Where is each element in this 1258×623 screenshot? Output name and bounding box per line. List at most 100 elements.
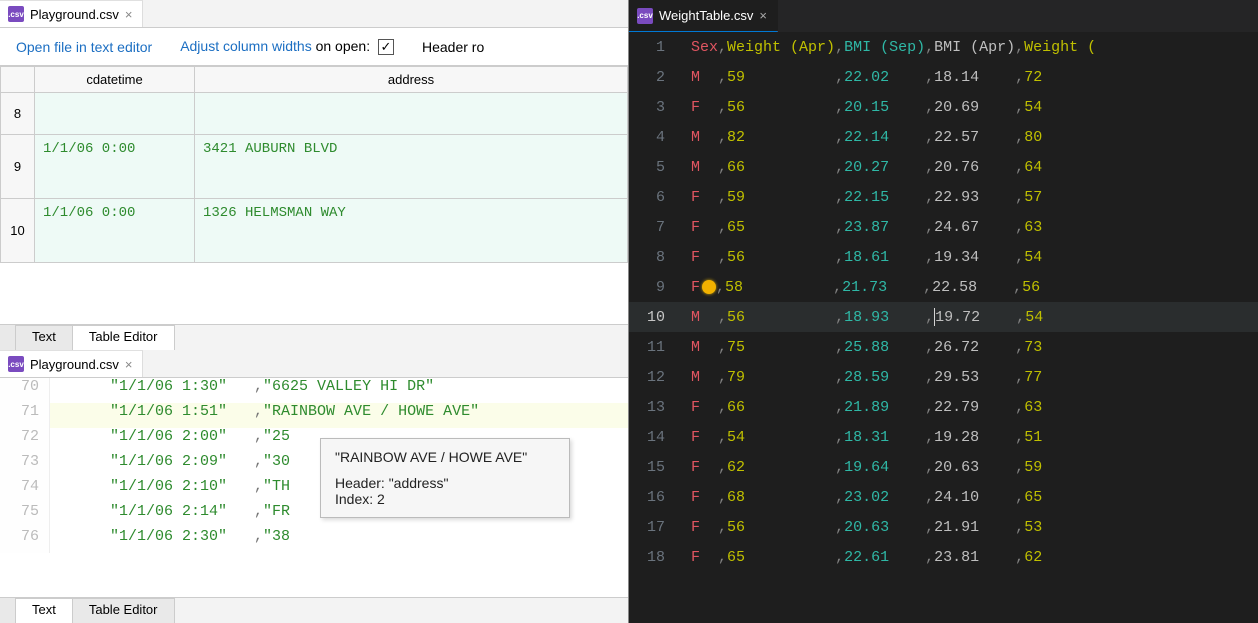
text-editor[interactable]: 70"1/1/06 1:30" ,"6625 VALLEY HI DR"71"1… [0, 378, 628, 597]
subtabs-lower: Text Table Editor [0, 597, 628, 623]
line-number: 15 [629, 459, 683, 476]
grid-cell[interactable]: 1326 HELMSMAN WAY [195, 199, 628, 263]
column-header-address[interactable]: address [195, 67, 628, 93]
tabbar-lower: .csv Playground.csv × [0, 350, 628, 378]
grid-cell[interactable] [35, 93, 195, 135]
right-pane: .csv WeightTable.csv × 1Sex,Weight (Apr)… [629, 0, 1258, 623]
code-line[interactable]: 17F ,56 ,20.63 ,21.91 ,53 [629, 512, 1258, 542]
subtab-table-editor[interactable]: Table Editor [73, 598, 175, 623]
line-number: 16 [629, 489, 683, 506]
code-content: F ,62 ,19.64 ,20.63 ,59 [683, 459, 1042, 476]
line-number: 75 [0, 503, 50, 528]
subtab-table-editor[interactable]: Table Editor [73, 325, 175, 350]
close-icon[interactable]: × [125, 357, 133, 372]
open-in-text-editor-link[interactable]: Open file in text editor [16, 39, 152, 55]
code-content: "1/1/06 2:09" ,"30 [50, 453, 290, 478]
line-number: 71 [0, 403, 50, 428]
code-content: F ,56 ,20.15 ,20.69 ,54 [683, 99, 1042, 116]
code-line[interactable]: 13F ,66 ,21.89 ,22.79 ,63 [629, 392, 1258, 422]
code-content: F,58 ,21.73 ,22.58 ,56 [683, 279, 1040, 296]
code-line[interactable]: 16F ,68 ,23.02 ,24.10 ,65 [629, 482, 1258, 512]
code-content: F ,56 ,18.61 ,19.34 ,54 [683, 249, 1042, 266]
csv-file-icon: .csv [637, 8, 653, 24]
adjust-column-widths-link[interactable]: Adjust column widths [180, 38, 312, 54]
code-line[interactable]: 11M ,75 ,25.88 ,26.72 ,73 [629, 332, 1258, 362]
code-content: "1/1/06 2:00" ,"25 [50, 428, 290, 453]
hover-tooltip: "RAINBOW AVE / HOWE AVE" Header: "addres… [320, 438, 570, 518]
code-line[interactable]: 4M ,82 ,22.14 ,22.57 ,80 [629, 122, 1258, 152]
line-number: 14 [629, 429, 683, 446]
code-content: "1/1/06 2:14" ,"FR [50, 503, 290, 528]
lightbulb-icon[interactable] [702, 280, 716, 294]
code-line[interactable]: 10M ,56 ,18.93 ,19.72 ,54 [629, 302, 1258, 332]
tabbar-right: .csv WeightTable.csv × [629, 0, 1258, 32]
tooltip-header: Header: "address" [335, 475, 555, 491]
line-number: 72 [0, 428, 50, 453]
subtab-spacer [0, 325, 16, 350]
code-content: F ,56 ,20.63 ,21.91 ,53 [683, 519, 1042, 536]
tab-label: Playground.csv [30, 357, 119, 372]
tab-label: Playground.csv [30, 7, 119, 22]
code-line[interactable]: 2M ,59 ,22.02 ,18.14 ,72 [629, 62, 1258, 92]
grid-cell[interactable]: 1/1/06 0:00 [35, 135, 195, 199]
code-content: "1/1/06 1:51" ,"RAINBOW AVE / HOWE AVE" [50, 403, 479, 428]
line-number: 73 [0, 453, 50, 478]
code-line[interactable]: 7F ,65 ,23.87 ,24.67 ,63 [629, 212, 1258, 242]
table-editor-grid[interactable]: cdatetime address 8 9 1/1/06 0:00 3421 A… [0, 65, 628, 324]
code-line-header[interactable]: 1Sex,Weight (Apr),BMI (Sep),BMI (Apr),We… [629, 32, 1258, 62]
subtabs-upper: Text Table Editor [0, 324, 628, 350]
tab-playground-upper[interactable]: .csv Playground.csv × [0, 0, 143, 27]
code-line[interactable]: 6F ,59 ,22.15 ,22.93 ,57 [629, 182, 1258, 212]
line-number: 17 [629, 519, 683, 536]
code-content: Sex,Weight (Apr),BMI (Sep),BMI (Apr),Wei… [683, 39, 1096, 56]
code-line[interactable]: 15F ,62 ,19.64 ,20.63 ,59 [629, 452, 1258, 482]
code-content: M ,59 ,22.02 ,18.14 ,72 [683, 69, 1042, 86]
close-icon[interactable]: × [759, 8, 767, 23]
grid-cell[interactable]: 3421 AUBURN BLVD [195, 135, 628, 199]
row-number[interactable]: 10 [1, 199, 35, 263]
grid-row: 10 1/1/06 0:00 1326 HELMSMAN WAY [1, 199, 628, 263]
code-line[interactable]: 12M ,79 ,28.59 ,29.53 ,77 [629, 362, 1258, 392]
code-content: "1/1/06 1:30" ,"6625 VALLEY HI DR" [50, 378, 434, 403]
grid-cell[interactable]: 1/1/06 0:00 [35, 199, 195, 263]
code-line[interactable]: 3F ,56 ,20.15 ,20.69 ,54 [629, 92, 1258, 122]
left-pane: .csv Playground.csv × Open file in text … [0, 0, 629, 623]
grid-corner [1, 67, 35, 93]
line-number: 3 [629, 99, 683, 116]
dark-csv-editor[interactable]: 1Sex,Weight (Apr),BMI (Sep),BMI (Apr),We… [629, 32, 1258, 623]
tab-label: WeightTable.csv [659, 8, 753, 23]
header-row-label: Header ro [422, 39, 484, 55]
code-line[interactable]: 71"1/1/06 1:51" ,"RAINBOW AVE / HOWE AVE… [0, 403, 628, 428]
code-line[interactable]: 18F ,65 ,22.61 ,23.81 ,62 [629, 542, 1258, 572]
code-line[interactable]: 9F,58 ,21.73 ,22.58 ,56 [629, 272, 1258, 302]
tabbar-upper: .csv Playground.csv × [0, 0, 628, 28]
subtab-text[interactable]: Text [16, 598, 73, 623]
line-number: 8 [629, 249, 683, 266]
code-content: F ,59 ,22.15 ,22.93 ,57 [683, 189, 1042, 206]
row-number[interactable]: 9 [1, 135, 35, 199]
line-number: 76 [0, 528, 50, 553]
grid-row: 9 1/1/06 0:00 3421 AUBURN BLVD [1, 135, 628, 199]
column-header-cdatetime[interactable]: cdatetime [35, 67, 195, 93]
row-number[interactable]: 8 [1, 93, 35, 135]
subtab-text[interactable]: Text [16, 325, 73, 350]
code-line[interactable]: 14F ,54 ,18.31 ,19.28 ,51 [629, 422, 1258, 452]
close-icon[interactable]: × [125, 7, 133, 22]
grid-header-row: cdatetime address [1, 67, 628, 93]
line-number: 10 [629, 309, 683, 326]
line-number: 9 [629, 279, 683, 296]
code-line[interactable]: 8F ,56 ,18.61 ,19.34 ,54 [629, 242, 1258, 272]
code-content: F ,66 ,21.89 ,22.79 ,63 [683, 399, 1042, 416]
code-content: F ,68 ,23.02 ,24.10 ,65 [683, 489, 1042, 506]
on-open-checkbox[interactable]: ✓ [378, 39, 394, 55]
code-content: M ,66 ,20.27 ,20.76 ,64 [683, 159, 1042, 176]
tab-weighttable[interactable]: .csv WeightTable.csv × [629, 0, 778, 32]
tooltip-index: Index: 2 [335, 491, 555, 507]
grid-row: 8 [1, 93, 628, 135]
tab-playground-lower[interactable]: .csv Playground.csv × [0, 350, 143, 377]
grid-cell[interactable] [195, 93, 628, 135]
code-line[interactable]: 5M ,66 ,20.27 ,20.76 ,64 [629, 152, 1258, 182]
code-line[interactable]: 76"1/1/06 2:30" ,"38 [0, 528, 628, 553]
code-line[interactable]: 70"1/1/06 1:30" ,"6625 VALLEY HI DR" [0, 378, 628, 403]
line-number: 1 [629, 39, 683, 56]
